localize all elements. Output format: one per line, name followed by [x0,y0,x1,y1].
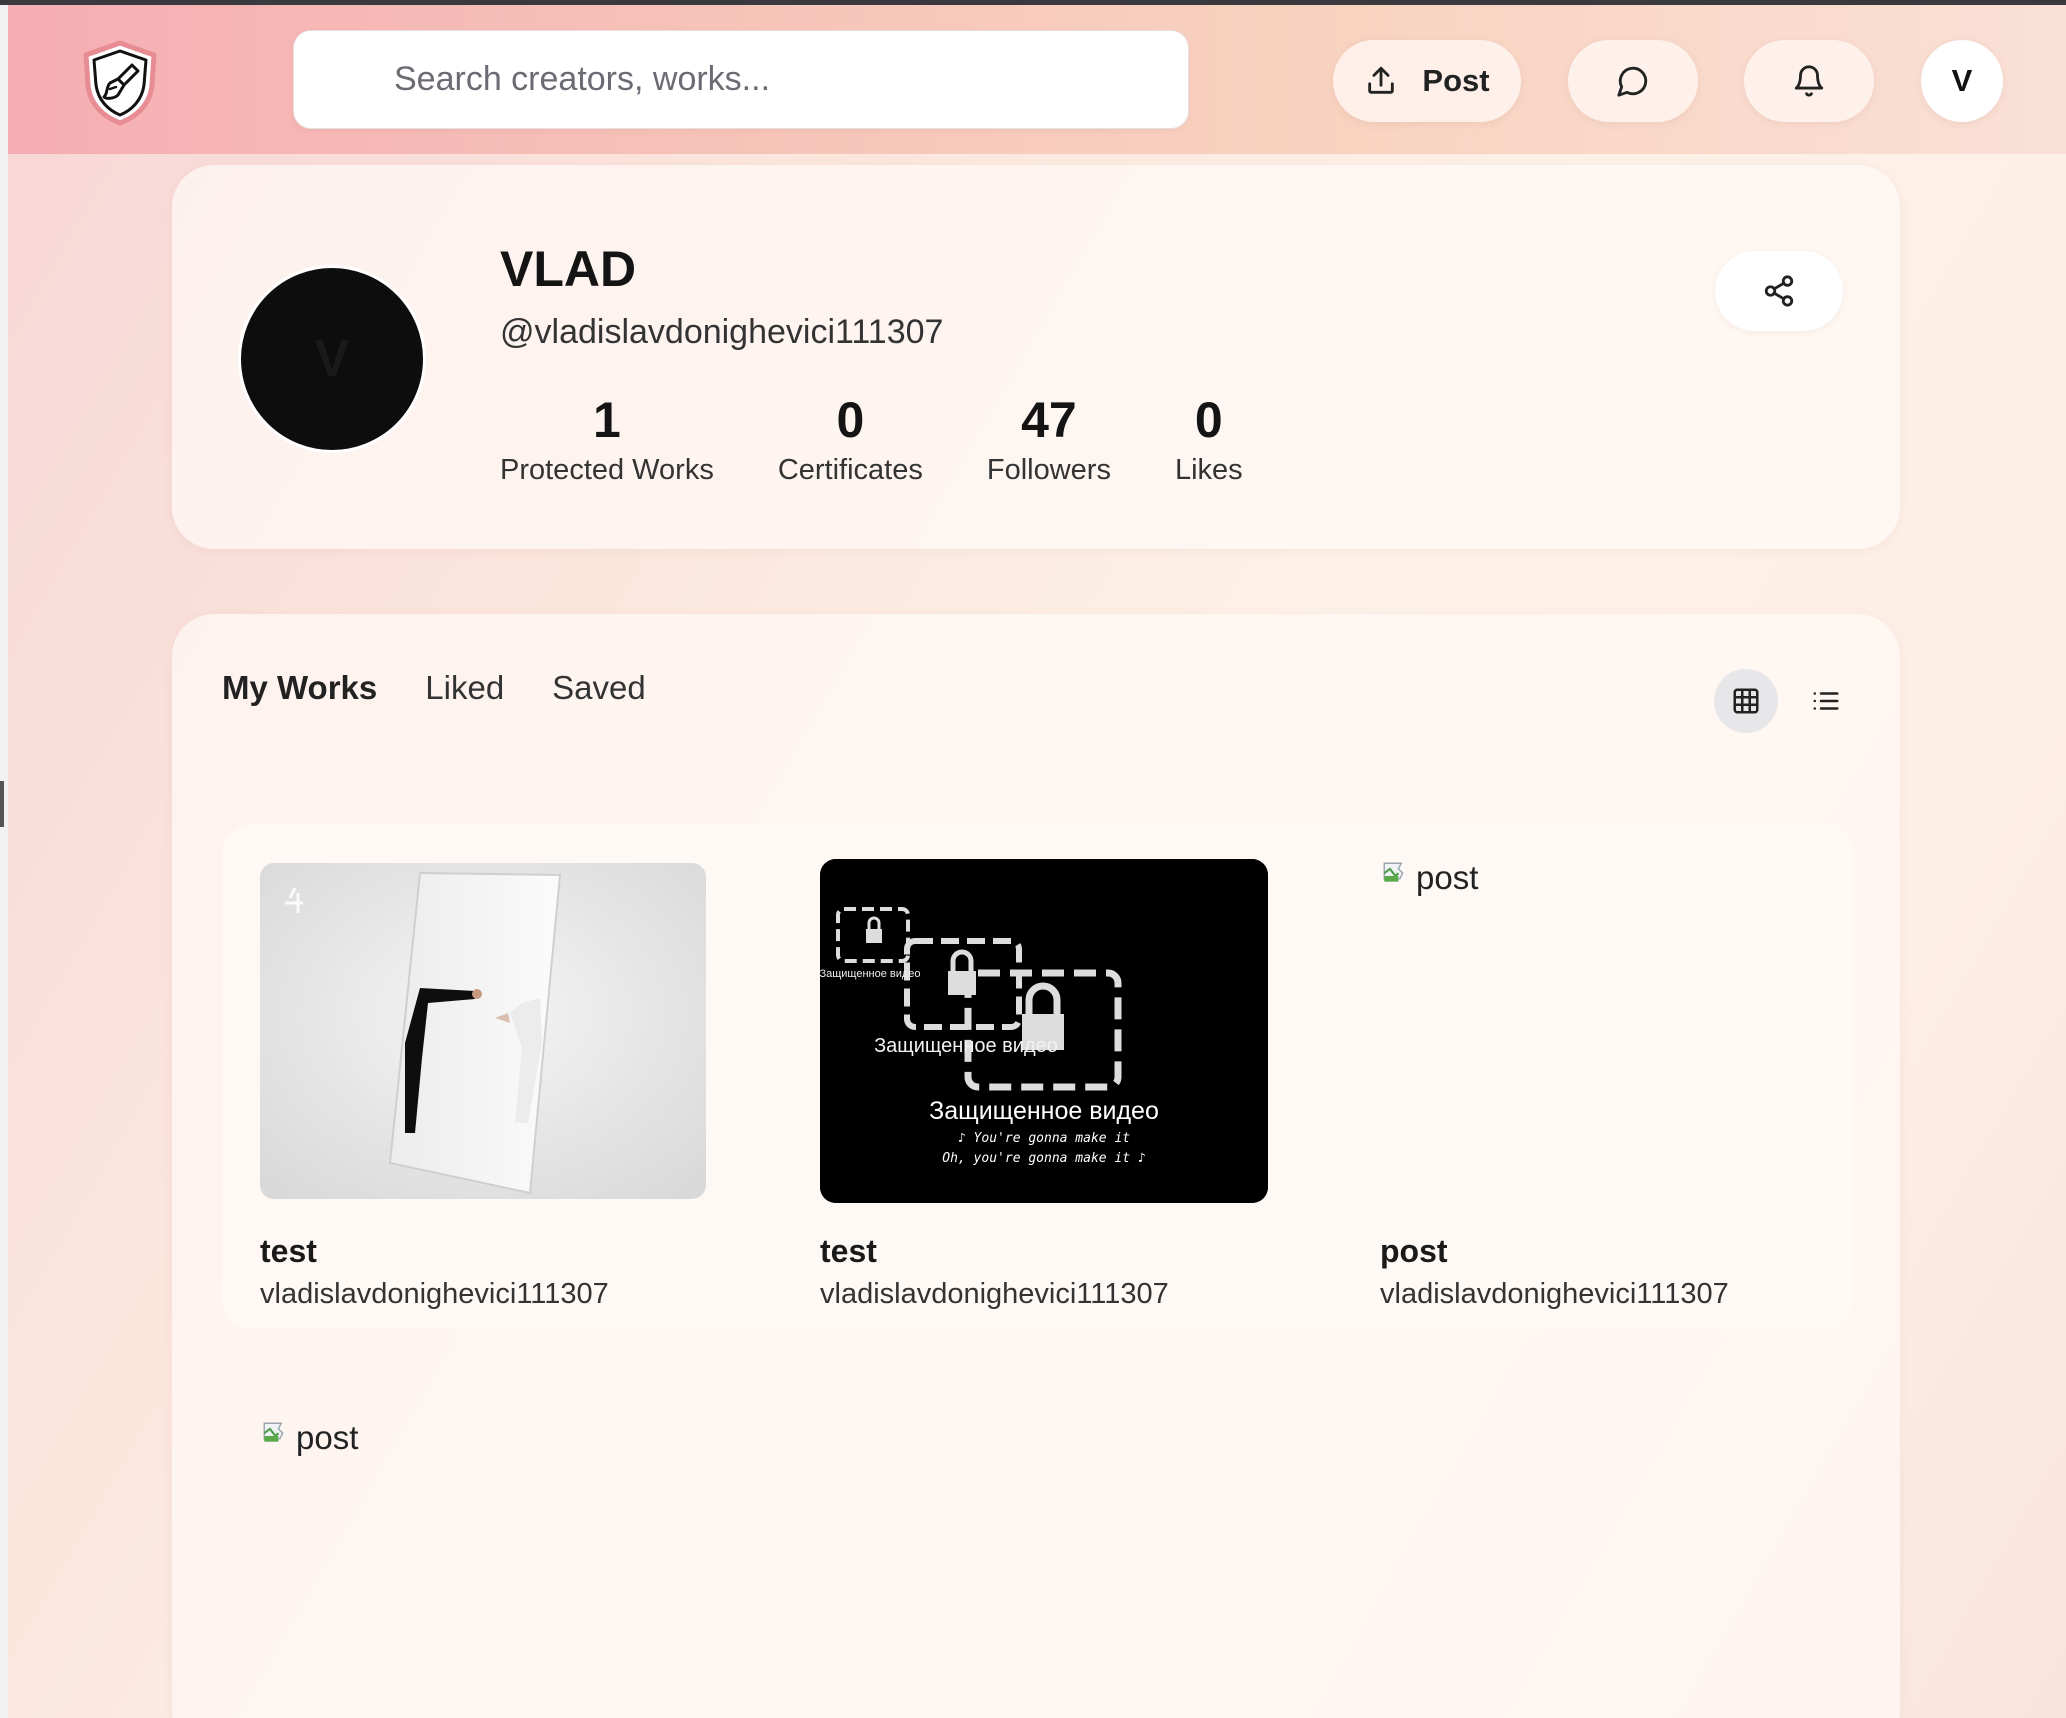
upload-icon [1368,66,1395,94]
app-logo-icon[interactable] [74,37,166,129]
list-view-button[interactable] [1794,669,1858,733]
profile-name: VLAD [500,241,637,297]
bell-icon [1794,65,1824,97]
stat-value: 0 [1194,392,1223,448]
messages-button[interactable] [1568,40,1698,122]
work-thumbnail-broken[interactable]: post [260,1419,708,1699]
stat-label: Certificates [777,454,923,486]
window-left-edge [0,5,8,1718]
work-author[interactable]: vladislavdonighevici111307 [820,1278,1169,1311]
work-thumbnail-mirror-photo[interactable] [260,863,706,1199]
broken-image-icon [1383,862,1404,882]
video-lyric-line-2: Oh, you're gonna make it ♪ [942,1151,1146,1166]
stat-label: Followers [986,454,1111,486]
stat-likes: 0 Likes [1175,390,1243,487]
search-box[interactable] [293,30,1189,129]
work-author[interactable]: vladislavdonighevici111307 [1380,1278,1729,1311]
work-title[interactable]: post [1380,1233,1448,1270]
profile-stats: 1 Protected Works 0 Certificates 47 Foll… [500,390,1307,487]
stat-protected-works: 1 Protected Works [500,390,714,487]
tab-saved[interactable]: Saved [552,669,646,707]
edge-marker [0,781,4,827]
profile-avatar: V [238,265,426,453]
work-title[interactable]: test [260,1233,317,1270]
search-input[interactable] [294,31,1188,128]
grid-view-button[interactable] [1714,669,1778,733]
work-card[interactable]: test vladislavdonighevici111307 [260,863,708,1323]
work-author[interactable]: vladislavdonighevici111307 [260,1278,609,1311]
grid-icon [1733,688,1759,714]
video-caption-mid: Защищенное видео [874,1035,1058,1057]
work-card[interactable]: Защищенное видео Защищенное видео Защище… [820,859,1270,1319]
video-caption-main: Защищенное видео [929,1097,1159,1125]
work-card[interactable]: post [260,1419,710,1718]
video-lyric-line-1: ♪ You're gonna make it [958,1131,1130,1146]
post-button-label: Post [1422,63,1490,98]
post-button[interactable]: Post [1333,40,1521,122]
broken-image-icon [263,1422,284,1442]
stat-value: 1 [593,392,621,448]
list-icon [1813,692,1839,710]
stat-label: Protected Works [500,454,714,486]
shield-brush-icon [83,40,157,126]
notifications-button[interactable] [1744,40,1874,122]
stat-certificates: 0 Certificates [778,390,923,487]
tab-liked[interactable]: Liked [425,669,504,707]
profile-avatar-initial: V [314,330,350,388]
broken-image-alt: post [296,1419,359,1456]
top-header: Post V [8,5,2066,154]
view-mode-toggle [1714,669,1858,733]
stat-followers[interactable]: 47 Followers [987,390,1111,487]
chat-bubble-icon [1617,66,1648,97]
user-avatar-button[interactable]: V [1921,40,2003,122]
work-card[interactable]: post post vladislavdonighevici111307 [1380,859,1830,1319]
work-title[interactable]: test [820,1233,877,1270]
page: Post V V VLAD @vladislavdonighevici11130… [8,5,2066,1718]
profile-card: V VLAD @vladislavdonighevici111307 1 Pro… [172,165,1900,549]
broken-image-alt: post [1416,859,1479,896]
profile-handle: @vladislavdonighevici111307 [500,313,944,351]
work-thumbnail-protected-video[interactable]: Защищенное видео Защищенное видео Защище… [820,859,1268,1203]
works-card: My Works Liked Saved test vladislavdonig… [172,614,1900,1718]
stat-value: 0 [836,392,865,448]
works-tabs: My Works Liked Saved [222,669,646,707]
tab-my-works[interactable]: My Works [222,669,377,707]
share-profile-button[interactable] [1715,251,1843,331]
user-avatar-initial: V [1951,63,1973,98]
stat-value: 47 [1021,392,1077,448]
stat-label: Likes [1174,454,1243,486]
video-caption-small: Защищенное видео [820,968,921,980]
work-thumbnail-broken[interactable]: post [1380,859,1828,1199]
share-icon [1764,275,1794,307]
